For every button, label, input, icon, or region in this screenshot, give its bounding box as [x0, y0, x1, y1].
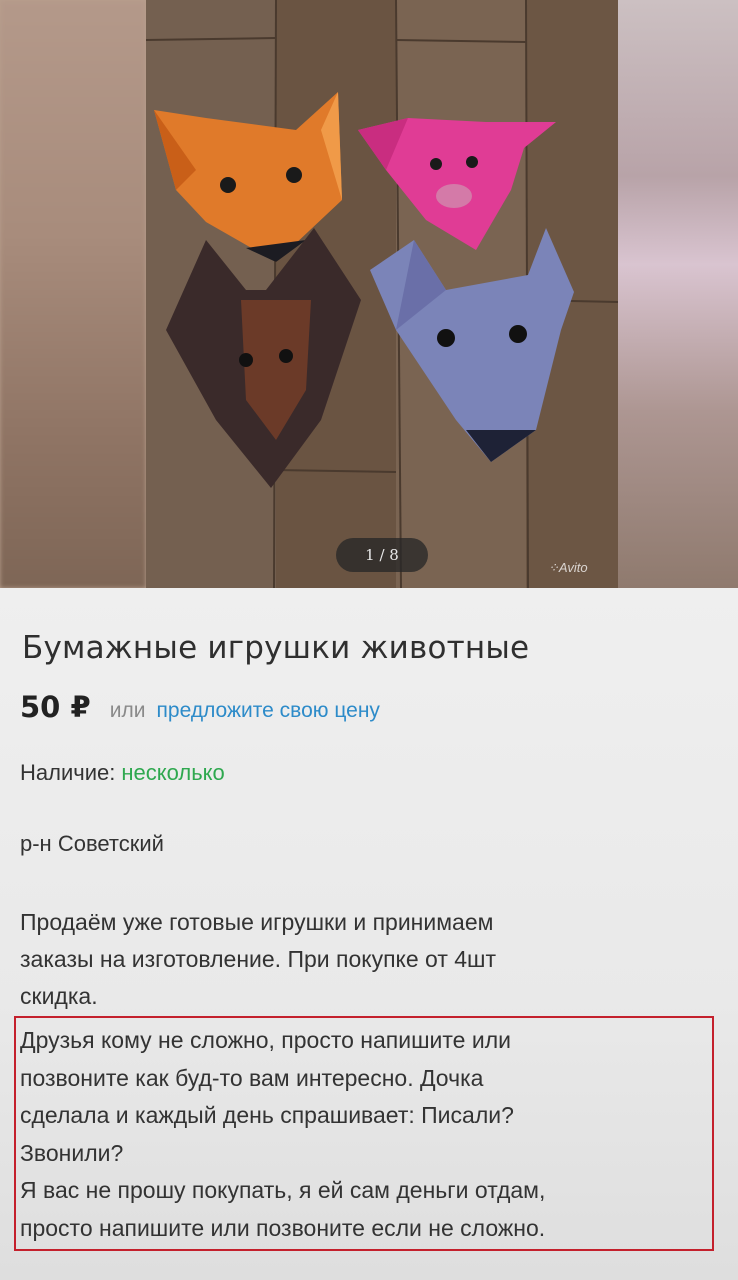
highlighted-description: Друзья кому не сложно, просто напишите и… [14, 1016, 714, 1251]
highlighted-line: сделала и каждый день спрашивает: Писали… [20, 1102, 514, 1128]
description-line: Продаём уже готовые игрушки и принимаем [20, 909, 494, 935]
avito-watermark: ⁘Avito [548, 560, 588, 575]
price: 50 ₽ [20, 690, 91, 724]
photo-gallery[interactable]: 1 / 8 ⁘Avito [0, 0, 738, 588]
price-or-label: или [109, 699, 146, 722]
description: Продаём уже готовые игрушки и принимаем … [20, 904, 710, 1015]
availability: Наличие: несколько [20, 760, 225, 786]
highlighted-line: Я вас не прошу покупать, я ей сам деньги… [20, 1177, 546, 1203]
highlighted-line: Друзья кому не сложно, просто напишите и… [20, 1027, 511, 1053]
district: р-н Советский [20, 831, 164, 856]
offer-price-link[interactable]: предложите свою цену [157, 699, 380, 722]
highlighted-line: Звонили? [20, 1139, 124, 1166]
gallery-blur-right [618, 0, 738, 588]
highlighted-line: позвоните как буд-то вам интересно. Дочк… [20, 1064, 484, 1091]
highlighted-line: просто напишите или позвоните если не сл… [20, 1214, 546, 1241]
origami-animals-image [146, 0, 618, 588]
gallery-blur-left [0, 0, 146, 588]
price-row: 50 ₽ или предложите свою цену [20, 690, 380, 724]
listing-details: Бумажные игрушки животные 50 ₽ или предл… [0, 588, 738, 1280]
avito-logo-icon: ⁘ [548, 560, 559, 575]
listing-photo[interactable] [146, 0, 618, 588]
listing-title: Бумажные игрушки животные [22, 630, 530, 666]
availability-label: Наличие: [20, 760, 116, 785]
photo-counter: 1 / 8 [336, 538, 428, 572]
description-line: заказы на изготовление. При покупке от 4… [20, 946, 497, 972]
availability-value: несколько [121, 760, 225, 785]
description-line: скидка. [20, 983, 98, 1009]
